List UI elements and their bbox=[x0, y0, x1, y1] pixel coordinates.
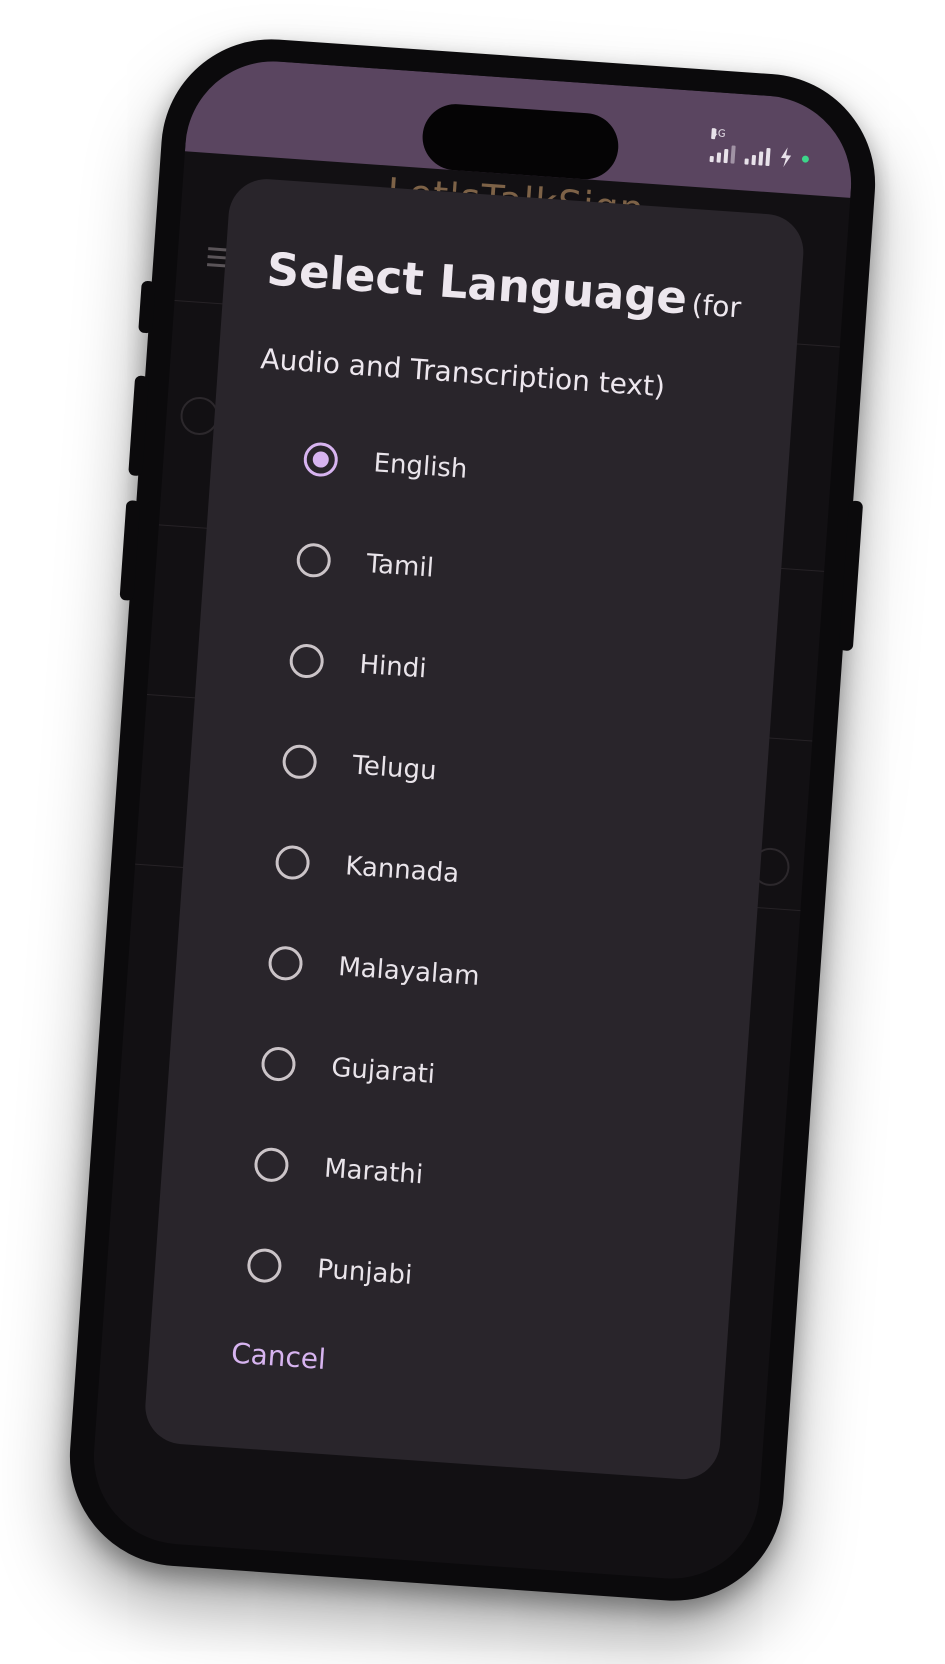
radio-button[interactable] bbox=[267, 944, 304, 981]
side-button-volume-down bbox=[119, 500, 141, 601]
stage: 4G Let'sTalkSign bbox=[0, 0, 945, 1664]
language-option-label: Malayalam bbox=[337, 951, 481, 992]
radio-button[interactable] bbox=[253, 1146, 290, 1183]
mobile-data-icon: 4G bbox=[709, 128, 736, 164]
side-button-volume-up bbox=[128, 375, 150, 477]
side-button-action bbox=[138, 280, 156, 334]
language-option-label: Marathi bbox=[323, 1153, 425, 1190]
radio-button[interactable] bbox=[274, 843, 311, 881]
radio-button[interactable] bbox=[288, 642, 325, 679]
radio-button[interactable] bbox=[260, 1045, 297, 1082]
network-type-label: 4G bbox=[711, 128, 726, 140]
dialog-title-main: Select Language bbox=[265, 242, 689, 325]
radio-button[interactable] bbox=[246, 1246, 283, 1284]
language-option-label: English bbox=[372, 447, 469, 485]
side-button-power bbox=[838, 500, 864, 652]
language-option-label: Gujarati bbox=[330, 1052, 437, 1090]
status-icons: 4G bbox=[709, 128, 810, 169]
phone-frame: 4G Let'sTalkSign bbox=[62, 31, 883, 1609]
language-options: English Tamil Hindi Telugu Kannada Malay… bbox=[152, 401, 790, 1348]
language-option-label: Tamil bbox=[365, 548, 435, 584]
signal-icon bbox=[744, 144, 771, 167]
dynamic-island bbox=[419, 101, 620, 182]
radio-button[interactable] bbox=[281, 743, 318, 780]
language-option-label: Hindi bbox=[358, 649, 428, 684]
language-option-label: Telugu bbox=[351, 750, 438, 786]
privacy-indicator-icon bbox=[801, 154, 810, 163]
language-option-label: Punjabi bbox=[316, 1253, 414, 1291]
radio-button[interactable] bbox=[295, 541, 332, 578]
radio-button[interactable] bbox=[302, 440, 339, 478]
language-option-label: Kannada bbox=[344, 850, 461, 889]
language-dialog: Select Language (for Audio and Transcrip… bbox=[142, 176, 806, 1482]
cancel-button[interactable]: Cancel bbox=[230, 1337, 327, 1377]
charging-bolt-icon bbox=[780, 147, 792, 168]
phone-screen: 4G Let'sTalkSign bbox=[87, 55, 858, 1585]
dialog-title: Select Language (for Audio and Transcrip… bbox=[258, 229, 779, 438]
